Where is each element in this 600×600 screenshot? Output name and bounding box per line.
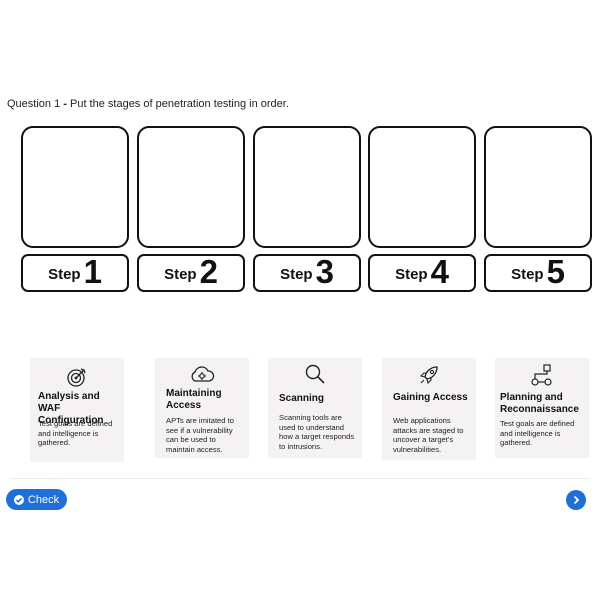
step-number: 4	[430, 253, 449, 290]
rocket-icon	[382, 364, 476, 386]
draggable-card-scanning[interactable]: Scanning Scanning tools are used to unde…	[268, 358, 362, 458]
draggable-card-analysis-waf[interactable]: Analysis and WAF Configuration Test goal…	[30, 358, 124, 462]
step-label-3: Step 3	[253, 254, 361, 292]
step-label-4: Step 4	[368, 254, 476, 292]
footer-divider	[10, 478, 590, 479]
draggable-card-maintaining-access[interactable]: Maintaining Access APTs are imitated to …	[155, 358, 249, 458]
cloud-gear-icon	[155, 364, 249, 384]
workflow-icon	[495, 363, 589, 389]
draggable-card-gaining-access[interactable]: Gaining Access Web applications attacks …	[382, 358, 476, 460]
chevron-right-icon	[571, 495, 581, 505]
step-label-5: Step 5	[484, 254, 592, 292]
card-description: Test goals are defined and intelligence …	[500, 419, 575, 447]
step-number: 2	[199, 253, 218, 290]
card-title: Maintaining Access	[166, 388, 222, 411]
drop-zone-step-2[interactable]	[137, 126, 245, 248]
drop-zone-step-3[interactable]	[253, 126, 361, 248]
check-button-label: Check	[27, 493, 60, 506]
question-number: Question 1	[7, 98, 61, 110]
step-word: Step	[48, 266, 81, 283]
magnifier-icon	[268, 363, 362, 385]
next-button[interactable]	[566, 490, 586, 510]
drop-zone-step-5[interactable]	[484, 126, 592, 248]
card-title: Gaining Access	[393, 392, 468, 403]
step-word: Step	[164, 266, 197, 283]
card-description: APTs are imitated to see if a vulnerabil…	[166, 416, 234, 454]
card-description: Web applications attacks are staged to u…	[393, 416, 464, 454]
step-number: 3	[315, 253, 334, 290]
step-number: 5	[546, 253, 565, 290]
card-description: Test goals are defined and intelligence …	[38, 419, 113, 447]
step-word: Step	[511, 266, 544, 283]
card-title: Scanning	[279, 393, 325, 404]
step-label-2: Step 2	[137, 254, 245, 292]
draggable-card-planning-recon[interactable]: Planning and Reconnaissance Test goals a…	[495, 358, 589, 458]
target-icon	[30, 366, 124, 388]
card-description: Scanning tools are used to understand ho…	[279, 413, 355, 451]
drop-zone-step-1[interactable]	[21, 126, 129, 248]
step-label-1: Step 1	[21, 254, 129, 292]
check-button[interactable]: Check	[6, 489, 67, 510]
check-circle-icon	[13, 494, 24, 505]
step-word: Step	[395, 266, 428, 283]
drop-zone-step-4[interactable]	[368, 126, 476, 248]
step-number: 1	[83, 253, 102, 290]
step-word: Step	[280, 266, 313, 283]
question-text: Question 1 - Put the stages of penetrati…	[7, 98, 289, 110]
card-title: Planning and Reconnaissance	[500, 392, 579, 415]
question-prompt: Put the stages of penetration testing in…	[69, 98, 289, 110]
question-separator: -	[60, 98, 70, 110]
